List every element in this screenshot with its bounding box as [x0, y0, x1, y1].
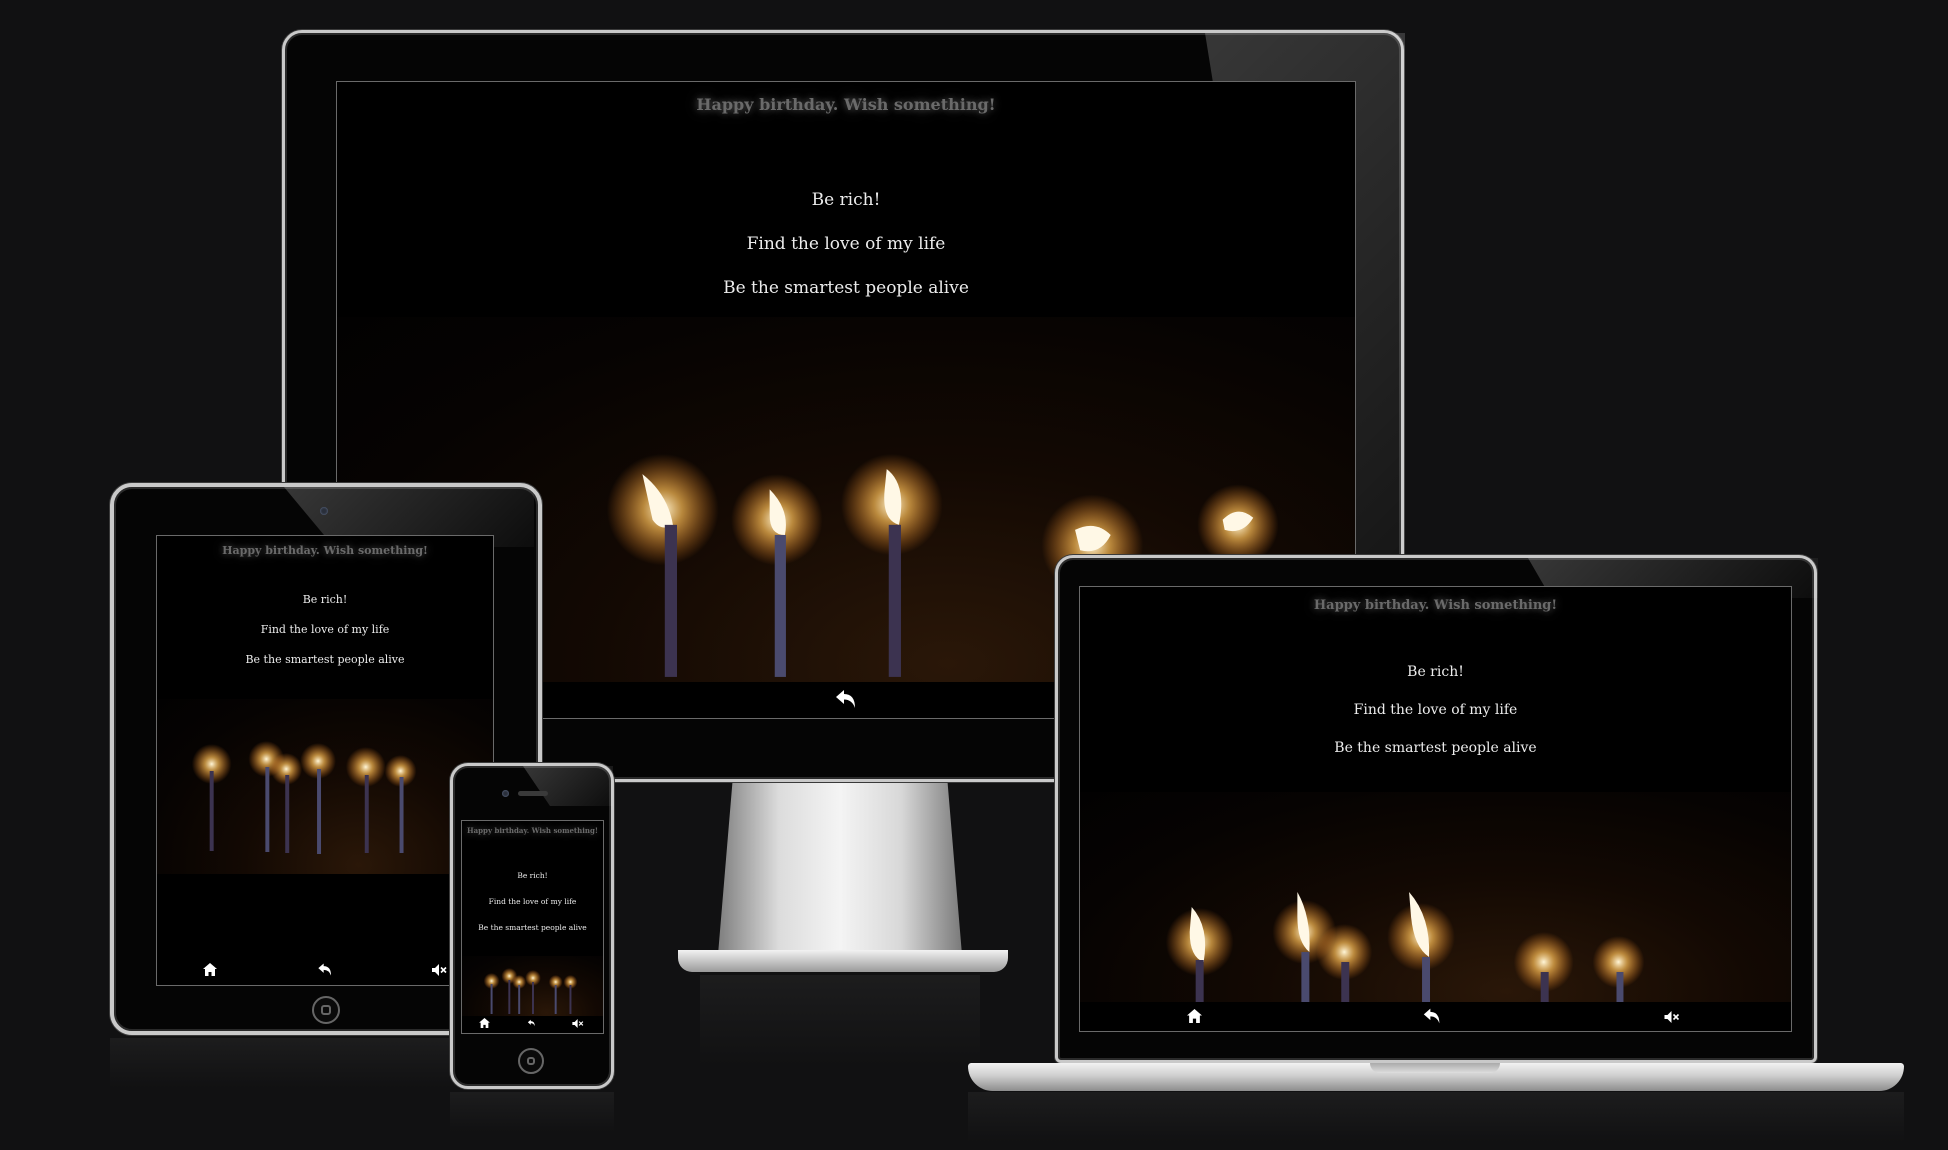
- laptop-reflection: [968, 1092, 1904, 1142]
- phone-speaker: [518, 791, 548, 796]
- controls-bar: [157, 955, 493, 985]
- wish-list: Be rich! Find the love of my life Be the…: [462, 863, 603, 941]
- volume-mute-icon[interactable]: [572, 1019, 584, 1028]
- controls-bar: [1080, 1001, 1791, 1031]
- phone-home-button[interactable]: [518, 1048, 544, 1074]
- tablet-home-button[interactable]: [312, 996, 340, 1024]
- monitor-reflection: [700, 975, 980, 1065]
- phone-glare: [523, 766, 613, 806]
- home-icon[interactable]: [203, 963, 217, 976]
- candles-illustration: [1165, 892, 1645, 1002]
- monitor-stand-base: [678, 950, 1008, 972]
- wish-item: Be rich!: [1407, 664, 1464, 680]
- wish-item: Be rich!: [302, 593, 348, 606]
- wish-item: Be rich!: [811, 190, 881, 210]
- candle-group: [483, 968, 578, 1014]
- wish-item: Be the smartest people alive: [1334, 740, 1537, 756]
- wish-list: Be rich! Find the love of my life Be the…: [1080, 653, 1791, 767]
- page-title: Happy birthday. Wish something!: [1313, 598, 1558, 613]
- tablet-camera: [320, 507, 328, 515]
- tablet-screen: Happy birthday. Wish something! Be rich!…: [156, 535, 494, 986]
- wish-item: Find the love of my life: [746, 234, 946, 254]
- undo-arrow-icon[interactable]: [834, 688, 858, 710]
- wish-item: Be rich!: [517, 871, 548, 880]
- phone-screen: Happy birthday. Wish something! Be rich!…: [461, 820, 604, 1034]
- volume-mute-icon[interactable]: [432, 964, 447, 976]
- candle-group: [1165, 892, 1645, 1002]
- candles-photo: [462, 956, 603, 1016]
- page-title: Happy birthday. Wish something!: [467, 826, 598, 835]
- home-icon[interactable]: [479, 1018, 490, 1028]
- page-title: Happy birthday. Wish something!: [696, 95, 996, 114]
- wish-item: Find the love of my life: [488, 897, 577, 906]
- wish-item: Be the smartest people alive: [478, 923, 587, 932]
- wish-item: Find the love of my life: [1353, 702, 1518, 718]
- candles-photo: [157, 699, 493, 874]
- candles-photo: [1080, 792, 1791, 1002]
- undo-arrow-icon[interactable]: [317, 962, 333, 977]
- phone-camera: [502, 790, 509, 797]
- phone-reflection: [450, 1092, 614, 1132]
- controls-bar: [462, 1013, 603, 1033]
- laptop-hinge-notch: [1370, 1063, 1500, 1073]
- candle-group: [191, 741, 417, 854]
- candles-illustration: [191, 741, 417, 854]
- laptop-screen: Happy birthday. Wish something! Be rich!…: [1079, 586, 1792, 1032]
- wish-item: Be the smartest people alive: [723, 278, 969, 298]
- page-title: Happy birthday. Wish something!: [222, 544, 428, 557]
- monitor-stand: [718, 780, 962, 955]
- undo-arrow-icon[interactable]: [1422, 1007, 1442, 1025]
- home-icon[interactable]: [1187, 1009, 1202, 1023]
- wish-item: Be the smartest people alive: [245, 653, 405, 666]
- undo-arrow-icon[interactable]: [527, 1019, 536, 1027]
- candles-illustration: [483, 968, 578, 1014]
- wish-list: Be rich! Find the love of my life Be the…: [337, 178, 1355, 310]
- wish-list: Be rich! Find the love of my life Be the…: [157, 585, 493, 675]
- volume-mute-icon[interactable]: [1664, 1011, 1680, 1023]
- wish-item: Find the love of my life: [260, 623, 390, 636]
